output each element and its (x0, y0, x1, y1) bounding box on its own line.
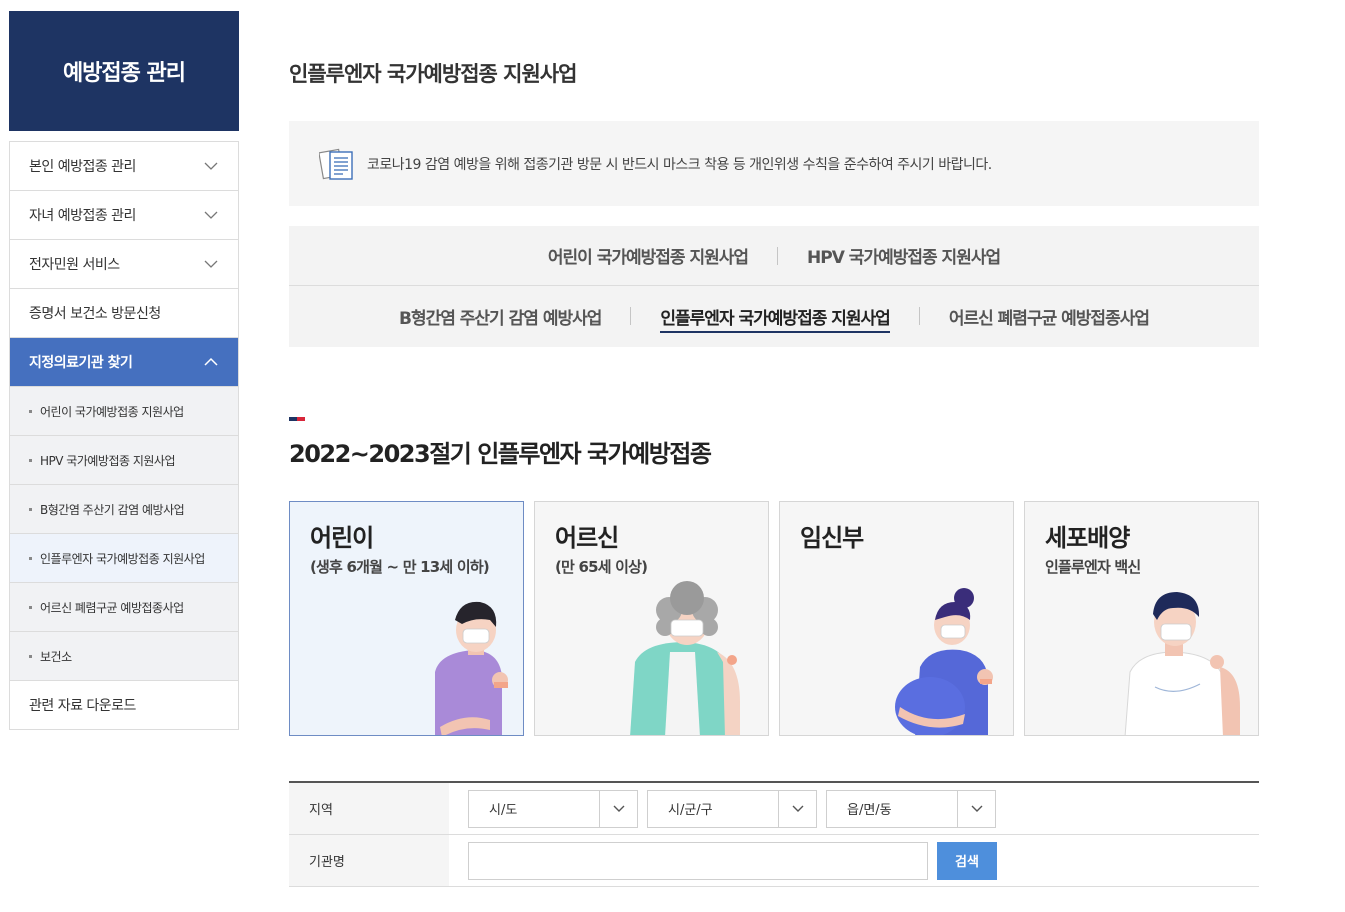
document-icon (319, 148, 353, 180)
tab-child[interactable]: 어린이 국가예방접종 지원사업 (519, 243, 777, 268)
sidebar-item-downloads[interactable]: 관련 자료 다운로드 (10, 681, 238, 730)
page-title: 인플루엔자 국가예방접종 지원사업 (289, 62, 577, 86)
sidebar-subitem-child[interactable]: 어린이 국가예방접종 지원사업 (10, 387, 238, 436)
sido-select-value: 시/도 (489, 803, 518, 818)
card-pregnant[interactable]: 임신부 (779, 501, 1014, 736)
bullet-icon (29, 654, 32, 658)
card-title: 임신부 (800, 524, 864, 552)
chevron-down-icon (204, 211, 218, 219)
sidebar-subitem-hepatitis-b[interactable]: B형간염 주산기 감염 예방사업 (10, 485, 238, 534)
bullet-icon (29, 507, 32, 511)
search-form: 지역 시/도 시/군/구 읍/면/동 기관명 검색 (289, 781, 1259, 887)
bullet-icon (29, 556, 32, 560)
sidebar-title: 예방접종 관리 (9, 11, 239, 131)
sidebar-subitem-label: 어르신 폐렴구균 예방접종사업 (40, 600, 184, 615)
sidebar-subitem-label: 인플루엔자 국가예방접종 지원사업 (40, 551, 205, 566)
notice-text: 코로나19 감염 예방을 위해 접종기관 방문 시 반드시 마스크 착용 등 개… (367, 156, 992, 173)
tab-influenza[interactable]: 인플루엔자 국가예방접종 지원사업 (631, 304, 918, 333)
region-label: 지역 (289, 783, 449, 834)
sido-select[interactable]: 시/도 (468, 789, 638, 828)
sidebar-item-certificate-visit[interactable]: 증명서 보건소 방문신청 (10, 289, 238, 338)
sidebar-subitem-label: B형간염 주산기 감염 예방사업 (40, 502, 185, 517)
tab-pneumococcal[interactable]: 어르신 폐렴구균 예방접종사업 (920, 304, 1178, 329)
sidebar-item-label: 관련 자료 다운로드 (29, 698, 136, 714)
bullet-icon (29, 409, 32, 413)
sidebar-item-find-designated-clinic[interactable]: 지정의료기관 찾기 (10, 338, 238, 387)
institution-name-input[interactable] (468, 841, 928, 880)
program-tabs: 어린이 국가예방접종 지원사업 HPV 국가예방접종 지원사업 B형간염 주산기… (289, 226, 1259, 347)
card-subtitle: 인플루엔자 백신 (1045, 558, 1141, 576)
sidebar-subitem-label: 보건소 (40, 649, 72, 664)
chevron-down-icon (613, 805, 624, 812)
chevron-up-icon (204, 357, 218, 366)
card-subtitle: (생후 6개월 ~ 만 13세 이하) (310, 558, 490, 576)
sidebar-subitem-label: 어린이 국가예방접종 지원사업 (40, 404, 184, 419)
sigungu-select-value: 시/군/구 (668, 803, 713, 818)
sidebar-item-label: 전자민원 서비스 (29, 257, 120, 273)
sidebar-item-label: 증명서 보건소 방문신청 (29, 306, 161, 322)
eupmyeondong-select-value: 읍/면/동 (847, 803, 892, 818)
sidebar-item-label: 본인 예방접종 관리 (29, 159, 136, 175)
section-marker (289, 417, 305, 421)
eupmyeondong-select[interactable]: 읍/면/동 (826, 789, 996, 828)
sidebar-subitem-label: HPV 국가예방접종 지원사업 (40, 453, 176, 468)
section-title: 2022~2023절기 인플루엔자 국가예방접종 (289, 440, 712, 468)
card-title: 어린이 (310, 524, 374, 552)
card-senior[interactable]: 어르신 (만 65세 이상) (534, 501, 769, 736)
sidebar-item-child-vaccination[interactable]: 자녀 예방접종 관리 (10, 191, 238, 240)
chevron-down-icon (792, 805, 803, 812)
sidebar-item-my-vaccination[interactable]: 본인 예방접종 관리 (10, 142, 238, 191)
chevron-down-icon (204, 260, 218, 268)
bullet-icon (29, 605, 32, 609)
tab-underline (660, 330, 890, 333)
tab-hepatitis-b[interactable]: B형간염 주산기 감염 예방사업 (370, 304, 630, 329)
card-cell-culture[interactable]: 세포배양 인플루엔자 백신 (1024, 501, 1259, 736)
sidebar-subitem-influenza[interactable]: 인플루엔자 국가예방접종 지원사업 (10, 534, 238, 583)
sidebar-item-label: 자녀 예방접종 관리 (29, 208, 136, 224)
institution-name-label: 기관명 (289, 835, 449, 886)
sidebar-item-e-civil-service[interactable]: 전자민원 서비스 (10, 240, 238, 289)
sidebar-subitem-health-center[interactable]: 보건소 (10, 632, 238, 681)
card-title: 어르신 (555, 524, 619, 552)
chevron-down-icon (971, 805, 982, 812)
sidebar-menu: 본인 예방접종 관리 자녀 예방접종 관리 전자민원 서비스 증명서 보건소 방… (9, 141, 239, 730)
sidebar-subitem-hpv[interactable]: HPV 국가예방접종 지원사업 (10, 436, 238, 485)
card-title: 세포배양 (1045, 524, 1130, 552)
card-subtitle: (만 65세 이상) (555, 558, 648, 576)
sidebar-item-label: 지정의료기관 찾기 (29, 355, 133, 371)
tab-hpv[interactable]: HPV 국가예방접종 지원사업 (778, 243, 1029, 268)
sigungu-select[interactable]: 시/군/구 (647, 789, 817, 828)
tab-label: 인플루엔자 국가예방접종 지원사업 (660, 308, 890, 329)
card-child[interactable]: 어린이 (생후 6개월 ~ 만 13세 이하) (289, 501, 524, 736)
sidebar-subitem-pneumococcal[interactable]: 어르신 폐렴구균 예방접종사업 (10, 583, 238, 632)
notice-box: 코로나19 감염 예방을 위해 접종기관 방문 시 반드시 마스크 착용 등 개… (289, 121, 1259, 206)
bullet-icon (29, 458, 32, 462)
search-button[interactable]: 검색 (937, 841, 997, 880)
chevron-down-icon (204, 162, 218, 170)
